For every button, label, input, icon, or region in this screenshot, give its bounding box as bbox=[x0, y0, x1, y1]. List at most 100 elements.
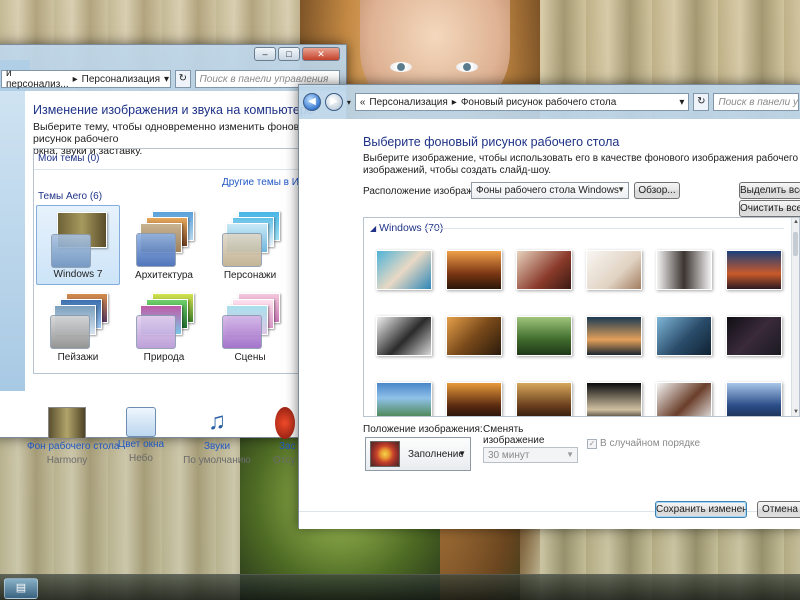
navigation-pane bbox=[0, 91, 25, 391]
theme-label: Пейзажи bbox=[57, 352, 99, 363]
refresh-icon[interactable]: ↻ bbox=[175, 70, 191, 88]
breadcrumb[interactable]: « Персонализация ▸ Фоновый рисунок рабоч… bbox=[354, 93, 690, 111]
cancel-button[interactable]: Отмена bbox=[757, 501, 800, 518]
wallpaper-thumbnail[interactable] bbox=[376, 316, 432, 356]
theme-thumbnail bbox=[134, 293, 194, 349]
breadcrumb-item[interactable]: Персонализация bbox=[369, 97, 447, 108]
wallpaper-thumbnail[interactable] bbox=[446, 250, 502, 290]
collapse-arrow-icon[interactable]: ◢ bbox=[370, 224, 376, 233]
wallpaper-eye-left bbox=[390, 62, 412, 72]
gallery-scrollbar[interactable]: ▲ ▼ bbox=[791, 218, 799, 416]
scroll-down-icon[interactable]: ▼ bbox=[792, 409, 799, 415]
personalization-content: Изменение изображения и звука на компьют… bbox=[0, 91, 346, 466]
aero-themes-header[interactable]: Темы Aero (6) bbox=[38, 191, 102, 202]
scroll-thumb[interactable] bbox=[793, 232, 798, 256]
browse-button[interactable]: Обзор... bbox=[634, 182, 680, 199]
my-themes-header[interactable]: Мои темы (0) bbox=[38, 153, 99, 164]
theme-thumbnail bbox=[220, 293, 280, 349]
window-controls: – □ ✕ bbox=[254, 47, 340, 61]
window-color-item[interactable]: Цвет окна Небо bbox=[101, 407, 181, 464]
save-changes-button[interactable]: Сохранить изменения bbox=[655, 501, 747, 518]
wallpaper-thumbnail[interactable] bbox=[516, 382, 572, 416]
minimize-button[interactable]: – bbox=[254, 47, 276, 61]
theme-scenes[interactable]: Сцены bbox=[208, 287, 292, 367]
scroll-up-icon[interactable]: ▲ bbox=[792, 219, 799, 225]
wallpaper-thumbnail[interactable] bbox=[726, 250, 782, 290]
sounds-item[interactable]: ♫ Звуки По умолчанию bbox=[177, 407, 257, 466]
desktop-background-content: Выберите фоновый рисунок рабочего стола … bbox=[299, 119, 800, 529]
picture-location-select[interactable]: Фоны рабочего стола Windows ▼ bbox=[471, 182, 629, 199]
wallpaper-thumbnail[interactable] bbox=[726, 316, 782, 356]
shuffle-checkbox[interactable]: ✓ bbox=[587, 438, 597, 449]
description-line: изображений, чтобы создать слайд-шоу. bbox=[363, 165, 551, 176]
window-color-label[interactable]: Цвет окна bbox=[101, 439, 181, 450]
breadcrumb-item[interactable]: и персонализ... bbox=[6, 68, 69, 90]
wallpaper-thumbnail[interactable] bbox=[516, 316, 572, 356]
change-interval-value: 30 минут bbox=[488, 450, 530, 461]
chevron-down-icon[interactable]: ▾ bbox=[164, 74, 169, 85]
refresh-icon[interactable]: ↻ bbox=[693, 93, 710, 111]
divider bbox=[34, 169, 338, 170]
theme-thumbnail bbox=[48, 293, 108, 349]
nav-root-icon: « bbox=[359, 96, 366, 108]
wallpaper-thumbnail[interactable] bbox=[446, 382, 502, 416]
forward-button[interactable]: ▶ bbox=[324, 93, 343, 111]
wallpaper-thumbnail[interactable] bbox=[376, 382, 432, 416]
breadcrumb-item[interactable]: Фоновый рисунок рабочего стола bbox=[461, 97, 616, 108]
shuffle-label: В случайном порядке bbox=[600, 438, 701, 449]
wallpaper-thumbnail[interactable] bbox=[656, 316, 712, 356]
theme-thumbnail bbox=[49, 212, 109, 268]
theme-label: Природа bbox=[143, 352, 185, 363]
chevron-down-icon: ▼ bbox=[566, 450, 574, 459]
wallpaper-thumbnail[interactable] bbox=[516, 250, 572, 290]
window-color-icon bbox=[126, 407, 156, 437]
search-input[interactable]: Поиск в панели управле bbox=[713, 93, 799, 111]
wallpaper-thumbnail[interactable] bbox=[656, 382, 712, 416]
wallpaper-thumbnail[interactable] bbox=[586, 250, 642, 290]
picture-location-value: Фоны рабочего стола Windows bbox=[476, 185, 619, 196]
screensaver-icon bbox=[275, 407, 295, 439]
wallpaper-thumbnail[interactable] bbox=[586, 316, 642, 356]
picture-position-label: Положение изображения: bbox=[363, 424, 483, 435]
wallpaper-thumbnail[interactable] bbox=[656, 250, 712, 290]
chevron-down-icon[interactable]: ▾ bbox=[679, 97, 684, 108]
change-interval-select[interactable]: 30 минут ▼ bbox=[483, 447, 578, 463]
select-all-button[interactable]: Выделить все bbox=[739, 182, 800, 199]
themes-list: Мои темы (0) Другие темы в Интер Темы Ae… bbox=[33, 148, 339, 374]
desktop-background-item[interactable]: Фон рабочего стола Harmony bbox=[27, 407, 119, 466]
search-placeholder: Поиск в панели управления bbox=[199, 73, 329, 85]
address-bar: ◀ ▶ ▾ « Персонализация ▸ Фоновый рисунок… bbox=[299, 85, 800, 119]
shuffle-option[interactable]: ✓ В случайном порядке bbox=[587, 438, 700, 449]
taskbar: ▤ bbox=[0, 574, 800, 600]
history-dropdown-icon[interactable]: ▾ bbox=[347, 98, 351, 107]
theme-windows7[interactable]: Windows 7 bbox=[36, 205, 120, 285]
theme-characters[interactable]: Персонажи bbox=[208, 205, 292, 285]
breadcrumb-item[interactable]: Персонализация bbox=[82, 74, 160, 85]
window-color-value: Небо bbox=[129, 453, 153, 464]
page-title: Изменение изображения и звука на компьют… bbox=[33, 103, 314, 117]
desktop-background-label[interactable]: Фон рабочего стола bbox=[27, 441, 119, 452]
theme-nature[interactable]: Природа bbox=[122, 287, 206, 367]
clear-all-button[interactable]: Очистить все bbox=[739, 200, 800, 217]
sounds-label[interactable]: Звуки bbox=[177, 441, 257, 452]
picture-position-select[interactable]: Заполнение ▼ bbox=[365, 437, 471, 471]
wallpaper-gallery: ◢ Windows (70) ▲ ▼ bbox=[363, 217, 800, 417]
personalization-window: – □ ✕ и персонализ... ▸ Персонализация ▾… bbox=[0, 44, 347, 466]
wallpaper-thumbnail[interactable] bbox=[376, 250, 432, 290]
back-button[interactable]: ◀ bbox=[303, 93, 321, 111]
theme-label: Windows 7 bbox=[53, 269, 103, 280]
music-notes-icon: ♫ bbox=[208, 408, 226, 435]
maximize-button[interactable]: □ bbox=[278, 47, 300, 61]
theme-architecture[interactable]: Архитектура bbox=[122, 205, 206, 285]
wallpaper-thumbnail[interactable] bbox=[726, 382, 782, 416]
wallpaper-thumbnail[interactable] bbox=[586, 382, 642, 416]
close-button[interactable]: ✕ bbox=[302, 47, 340, 61]
wallpaper-thumbnail[interactable] bbox=[446, 316, 502, 356]
breadcrumb[interactable]: и персонализ... ▸ Персонализация ▾ bbox=[1, 68, 171, 90]
theme-landscapes[interactable]: Пейзажи bbox=[36, 287, 120, 367]
breadcrumb-separator-icon: ▸ bbox=[451, 96, 457, 108]
personalization-titlebar[interactable]: – □ ✕ bbox=[0, 45, 346, 67]
taskbar-window-button[interactable]: ▤ bbox=[4, 578, 38, 599]
theme-label: Сцены bbox=[234, 352, 266, 363]
page-description: Выберите изображение, чтобы использовать… bbox=[363, 153, 800, 177]
